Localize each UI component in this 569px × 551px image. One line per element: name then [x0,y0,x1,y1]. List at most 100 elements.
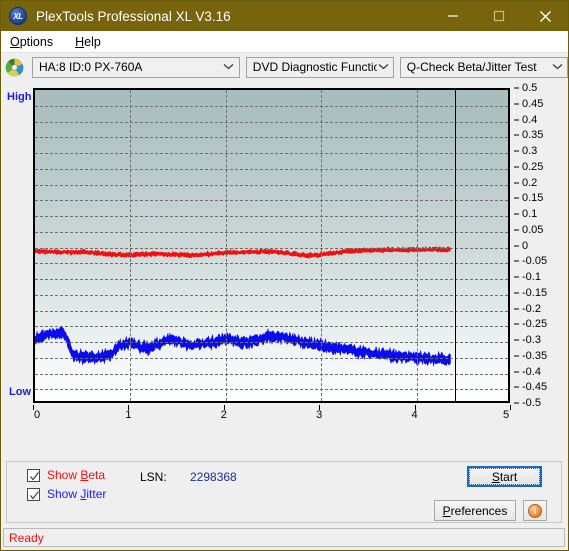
chevron-down-icon [549,63,565,72]
grid-line-horizontal [35,373,508,375]
show-beta-checkbox-row[interactable]: Show Beta [27,468,105,482]
test-select-value: Q-Check Beta/Jitter Test [406,60,537,74]
x-axis-tick-label: 2 [220,409,227,421]
window-title: PlexTools Professional XL V3.16 [36,8,231,24]
y-axis-tick-label: -0.4 [522,365,541,378]
y-axis-tick [514,197,519,199]
lsn-label: LSN: [140,470,167,484]
function-select[interactable]: DVD Diagnostic Functions [245,56,394,78]
optical-disc-icon [5,58,24,76]
y-axis-tick [514,87,519,89]
show-jitter-checkbox-row[interactable]: Show Jitter [27,487,106,501]
y-axis-tick-label: -0.45 [522,381,548,394]
y-axis-tick [514,260,519,262]
y-axis-tick [514,213,519,215]
grid-line-horizontal [35,121,508,123]
data-end-marker [454,90,456,401]
y-axis-tick [514,182,519,183]
y-axis-tick-label: -0.2 [522,302,541,315]
start-button[interactable]: Start [467,466,542,487]
drive-select-value: HA:8 ID:0 PX-760A [39,60,143,74]
y-axis-tick-label: 0.25 [522,160,544,173]
grid-line-horizontal [35,342,508,343]
y-axis-tick [514,134,519,136]
grid-line-horizontal [35,279,508,280]
app-logo-icon: XL [9,7,27,25]
y-axis-tick [514,371,519,372]
grid-line-vertical [416,90,418,401]
y-axis-tick-label: -0.5 [522,397,541,409]
show-jitter-checkbox[interactable] [27,487,40,501]
grid-line-horizontal [35,310,508,312]
series-jitter-trace [35,325,451,367]
x-axis-tick-label: 3 [316,409,323,421]
chevron-down-icon [221,63,237,72]
function-select-value: DVD Diagnostic Functions [252,60,377,74]
grid-line-vertical [130,90,132,401]
y-axis-tick [514,276,519,278]
y-axis-tick-label: 0.5 [522,82,538,94]
x-axis: 0 1 2 3 4 5 [33,405,511,425]
y-axis-tick-label: 0.15 [522,192,544,205]
status-bar: Ready [3,528,565,547]
y-axis-tick [514,150,519,152]
maximize-icon[interactable] [476,1,522,31]
grid-line-vertical [321,90,323,401]
chevron-down-icon [377,63,391,72]
axis-label-high: High [7,91,32,103]
grid-line-horizontal [35,326,508,328]
start-button-label: Start [491,469,518,484]
y-axis-tick [514,339,519,341]
controls-panel: Show Beta Show Jitter LSN: 2298368 Start… [6,461,562,523]
y-axis-tick-label: -0.3 [522,334,541,346]
drive-select[interactable]: HA:8 ID:0 PX-760A [32,56,240,78]
plot-area [33,88,510,403]
y-axis-tick-label: 0.1 [522,208,538,220]
y-axis-tick-label: -0.15 [522,286,548,299]
grid-line-horizontal [35,294,508,296]
toolbar: HA:8 ID:0 PX-760A DVD Diagnostic Functio… [1,53,568,81]
y-axis-tick-label: 0.2 [522,176,538,189]
title-bar: XL PlexTools Professional XL V3.16 [1,1,568,31]
y-axis-tick [514,308,519,309]
info-button[interactable]: i [523,500,547,521]
status-text: Ready [9,530,44,545]
info-icon: i [528,503,542,518]
y-axis-tick-label: -0.1 [522,271,541,283]
show-beta-checkbox[interactable] [27,468,40,482]
y-axis-tick [514,245,519,246]
y-axis-tick-label: 0.3 [522,145,538,157]
axis-label-low: Low [9,386,31,398]
y-axis-tick [514,292,519,294]
show-beta-label: Show Beta [47,468,106,482]
grid-line-horizontal [35,216,508,217]
grid-line-horizontal [35,105,508,107]
grid-line-horizontal [35,200,508,202]
chart-panel: High Low 0.5 0.45 0.4 0.35 0.3 0.25 0.2 0.15 0.1… [3,82,566,441]
x-axis-tick-label: 1 [125,409,132,421]
y-axis-tick-label: 0 [522,239,529,252]
y-axis-tick [514,103,519,105]
preferences-button[interactable]: Preferences [434,500,516,521]
menu-item-options[interactable]: Options [8,33,63,51]
close-icon[interactable] [522,1,568,31]
grid-line-horizontal [35,357,508,359]
y-axis-tick-label: -0.05 [522,255,548,268]
grid-line-horizontal [35,231,508,233]
grid-line-horizontal [35,247,508,249]
y-axis-tick [514,355,519,357]
grid-line-horizontal [35,168,508,170]
minimize-icon[interactable] [430,1,476,31]
y-axis-tick [514,119,519,120]
y-axis-tick-label: 0.35 [522,129,544,142]
grid-line-horizontal [35,389,508,391]
x-axis-tick-label: 0 [33,409,41,421]
y-axis-tick [514,402,519,404]
test-select[interactable]: Q-Check Beta/Jitter Test [399,56,568,78]
y-axis-tick-label: -0.25 [522,318,548,331]
y-axis-tick-label: 0.4 [522,113,538,126]
menu-item-help[interactable]: Help [73,33,111,51]
lsn-value: 2298368 [190,470,237,484]
y-axis-tick [514,166,519,168]
grid-line-horizontal [35,184,508,186]
